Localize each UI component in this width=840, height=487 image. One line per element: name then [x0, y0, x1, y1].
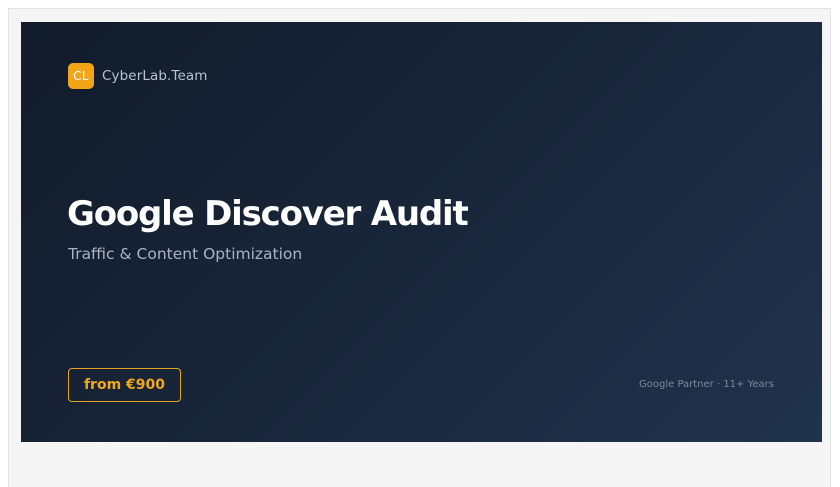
price-button[interactable]: from €900 [68, 368, 181, 402]
page-title: Google Discover Audit [67, 194, 469, 234]
partner-info: Google Partner · 11+ Years [639, 379, 774, 390]
brand[interactable]: CL CyberLab.Team [68, 63, 207, 89]
brand-logo: CL [68, 63, 94, 89]
page-frame: CL CyberLab.Team Google Discover Audit T… [8, 8, 831, 487]
hero-banner: CL CyberLab.Team Google Discover Audit T… [21, 22, 822, 442]
page-subtitle: Traffic & Content Optimization [68, 245, 303, 263]
brand-name: CyberLab.Team [102, 68, 208, 84]
